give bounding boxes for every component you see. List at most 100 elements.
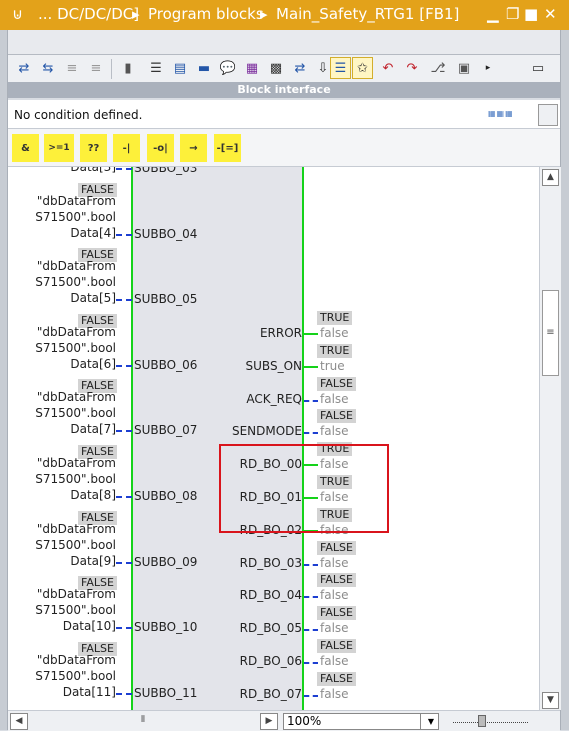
output-operand-box[interactable]: FALSE (317, 573, 356, 588)
output-operand-box[interactable]: FALSE (317, 409, 356, 424)
ladder-canvas[interactable]: Data[3] SUBBO_03 FALSE "dbDataFrom S71500".b… (8, 167, 539, 710)
empty-box-button[interactable]: ?? (80, 134, 107, 162)
output-wire (304, 432, 318, 435)
or-box-button[interactable]: >=1 (44, 134, 74, 162)
split-view-icon[interactable]: ▭ (528, 58, 548, 78)
monitor-off-icon[interactable]: ⇆ (38, 58, 58, 78)
arrow-icon[interactable]: ▸ (478, 58, 498, 78)
coil-button[interactable]: -[=] (214, 134, 241, 162)
input-operand-label[interactable]: Data[6] (8, 357, 116, 372)
list-icon[interactable]: ⇄ (290, 58, 310, 78)
close-icon[interactable]: ✕ (544, 5, 557, 23)
restore-icon[interactable]: ❐ (506, 5, 519, 23)
input-operand-label[interactable]: "dbDataFrom (8, 522, 116, 537)
input-operand-label[interactable]: Data[7] (8, 422, 116, 437)
horizontal-scrollbar[interactable]: ⦀ (28, 713, 258, 728)
input-operand-label[interactable]: "dbDataFrom (8, 325, 116, 340)
delete-network-icon[interactable]: ≡ (86, 58, 106, 78)
interface-grip-icon[interactable]: ▦▦▦ (488, 109, 514, 118)
output-operand-box[interactable]: FALSE (317, 606, 356, 621)
open-branch-button[interactable]: -| (113, 134, 140, 162)
input-operand-label[interactable]: S71500".bool (8, 210, 116, 225)
minimize-icon[interactable]: ▁ (487, 5, 499, 23)
list-icon[interactable]: ☰ (330, 57, 351, 79)
input-operand-label[interactable]: Data[5] (8, 291, 116, 306)
scroll-up-icon[interactable]: ▲ (542, 169, 559, 186)
output-operand-box[interactable]: TRUE (317, 343, 353, 358)
maximize-icon[interactable]: ■ (524, 5, 538, 23)
go-to-error-icon[interactable]: ↶ (378, 58, 398, 78)
input-operand-label[interactable]: "dbDataFrom (8, 653, 116, 668)
input-operand-label[interactable]: S71500".bool (8, 406, 116, 421)
close-branch-button[interactable]: -o| (147, 134, 174, 162)
output-operand-box[interactable]: FALSE (317, 540, 356, 555)
clear-icon[interactable]: ▮ (118, 58, 138, 78)
input-operand-label[interactable]: S71500".bool (8, 275, 116, 290)
zoom-value: 100% (287, 714, 322, 728)
input-operand-label[interactable]: S71500".bool (8, 669, 116, 684)
pin-icon[interactable]: ⊍ (12, 5, 23, 23)
output-operand-box[interactable]: FALSE (317, 376, 356, 391)
input-operand-label[interactable]: "dbDataFrom (8, 390, 116, 405)
output-wire (304, 399, 318, 402)
input-operand-label[interactable]: "dbDataFrom (8, 194, 116, 209)
scroll-down-icon[interactable]: ▼ (542, 692, 559, 709)
output-pin-label: SUBS_ON (245, 358, 302, 373)
input-operand-label[interactable]: S71500".bool (8, 603, 116, 618)
output-operand-box[interactable]: FALSE (317, 671, 356, 686)
output-wire (304, 629, 318, 632)
zoom-select[interactable]: 100% ▼ (283, 713, 439, 730)
right-task-card-strip[interactable] (560, 30, 569, 730)
star-icon[interactable]: ✩ (352, 57, 373, 79)
monitor-on-icon[interactable]: ⇄ (14, 58, 34, 78)
output-pin-label: ERROR (259, 326, 302, 340)
chevron-right-icon: ▸ (260, 5, 268, 23)
absolute-operands-icon[interactable]: ▦ (242, 58, 262, 78)
breadcrumb-block[interactable]: Main_Safety_RTG1 [FB1] (276, 5, 459, 23)
breadcrumb-project[interactable]: ... DC/DC/DC] (38, 5, 139, 23)
output-live-value: true (320, 358, 345, 373)
input-operand-label[interactable]: "dbDataFrom (8, 456, 116, 471)
output-live-value: false (320, 326, 349, 340)
input-pin-label: SUBBO_05 (134, 292, 198, 307)
vertical-scrollbar[interactable]: ▲ ≡ ▼ (539, 167, 561, 710)
scroll-right-icon[interactable]: ▶ (260, 713, 278, 730)
zoom-slider[interactable] (453, 715, 528, 727)
input-operand-label[interactable]: Data[8] (8, 488, 116, 503)
output-operand-box[interactable]: TRUE (317, 311, 353, 325)
network-tree-icon[interactable] (538, 104, 558, 126)
input-operand-label[interactable]: S71500".bool (8, 538, 116, 553)
scroll-left-icon[interactable]: ◀ (10, 713, 28, 730)
breadcrumb-program-blocks[interactable]: Program blocks (148, 5, 264, 23)
input-operand-label[interactable]: "dbDataFrom (8, 587, 116, 602)
output-pin-label: RD_BO_05 (239, 621, 302, 636)
output-operand-box[interactable]: FALSE (317, 639, 356, 653)
block-interface-bar[interactable]: Block interface (8, 82, 560, 98)
input-operand-label[interactable]: S71500".bool (8, 472, 116, 487)
input-wire (116, 496, 132, 498)
block-icon[interactable]: ▣ (454, 58, 474, 78)
chevron-down-icon[interactable]: ▼ (420, 714, 438, 729)
open-all-icon[interactable]: ▤ (170, 58, 190, 78)
close-all-icon[interactable]: ▬ (194, 58, 214, 78)
input-operand-label[interactable]: Data[4] (8, 226, 116, 241)
left-splitter[interactable] (0, 30, 8, 730)
input-operand-label[interactable]: Data[3] (8, 167, 116, 175)
network-comments-icon[interactable]: ☰ (146, 58, 166, 78)
input-operand-label[interactable]: Data[9] (8, 554, 116, 569)
editor-status-bar: ◀ ⦀ ▶ 100% ▼ (8, 710, 560, 731)
scroll-thumb[interactable]: ≡ (542, 290, 559, 376)
assignment-button[interactable]: → (180, 134, 207, 162)
comment-icon[interactable]: 💬 (218, 58, 238, 78)
condition-text: No condition defined. (14, 108, 143, 122)
input-operand-label[interactable]: Data[11] (8, 685, 116, 700)
zoom-slider-knob[interactable] (478, 715, 486, 727)
favorites-icon[interactable]: ▩ (266, 58, 286, 78)
input-operand-label[interactable]: Data[10] (8, 619, 116, 634)
input-operand-label[interactable]: S71500".bool (8, 341, 116, 356)
and-box-button[interactable]: & (12, 134, 39, 162)
next-error-icon[interactable]: ↷ (402, 58, 422, 78)
call-stack-icon[interactable]: ⎇ (428, 58, 448, 78)
input-operand-label[interactable]: "dbDataFrom (8, 259, 116, 274)
insert-network-icon[interactable]: ≡ (62, 58, 82, 78)
